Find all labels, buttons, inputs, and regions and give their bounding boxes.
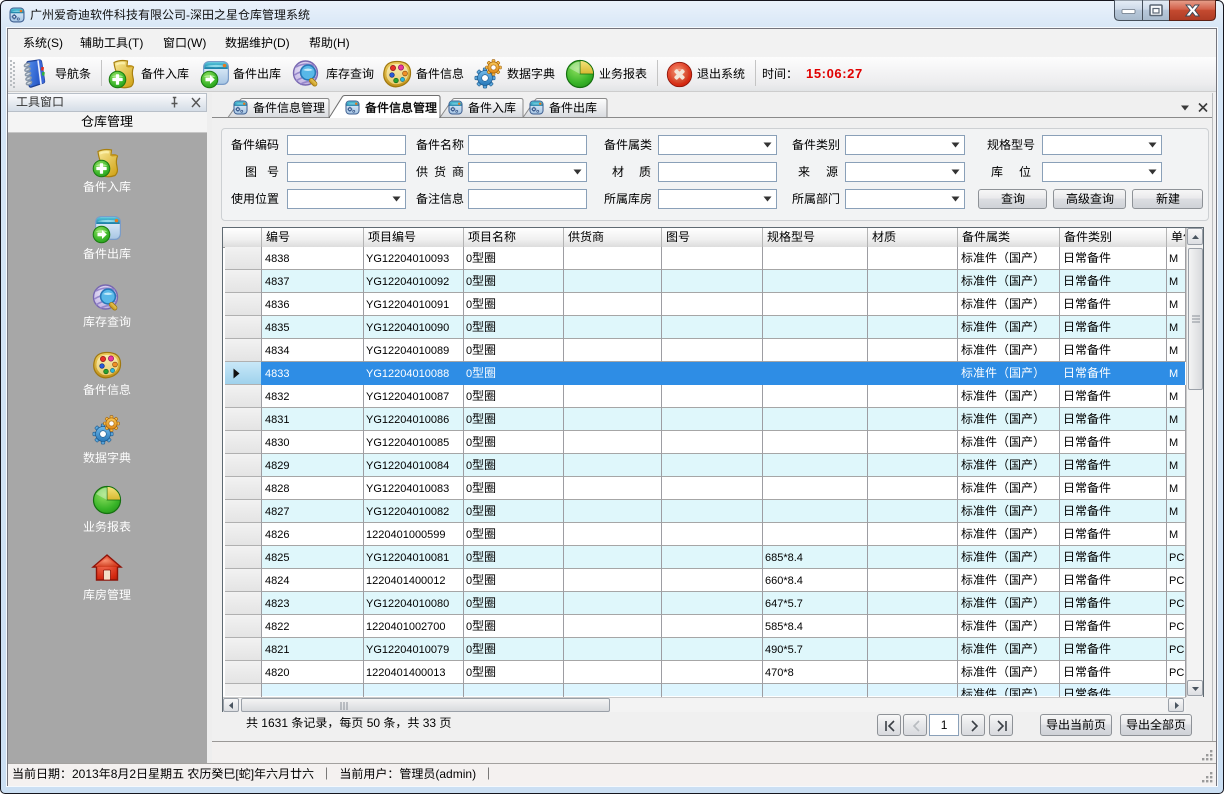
svg-text:[: [ [235,767,239,781]
svg-text:8: 8 [111,767,118,781]
svg-text:50: 50 [367,716,381,730]
svg-text:1631: 1631 [261,716,288,730]
svg-text:2013: 2013 [72,767,99,781]
svg-text:2: 2 [129,767,136,781]
svg-text:33: 33 [423,716,437,730]
svg-text:-: - [186,8,190,22]
svg-text:]: ] [251,767,254,781]
svg-text:(admin): (admin) [435,767,476,781]
